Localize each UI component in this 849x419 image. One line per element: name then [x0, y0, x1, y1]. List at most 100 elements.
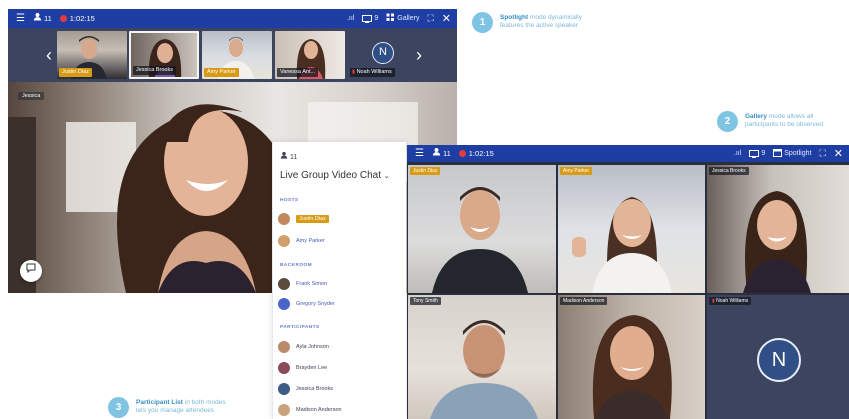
callout-3-line2: lets you manage attendees: [136, 407, 215, 414]
avatar: [278, 213, 290, 225]
participant-name: Madison Anderson: [296, 407, 342, 413]
fullscreen-icon[interactable]: ⛶: [819, 148, 825, 159]
spotlight-icon: [773, 148, 783, 159]
screens-count: 9: [761, 150, 766, 157]
grid-icon: [386, 13, 395, 24]
participant-row[interactable]: Justin Diaz: [278, 212, 329, 226]
spotlight-topbar: ☰ 11 1:02:15 .ııl 9 Gallery ⛶ ✕: [8, 9, 457, 28]
avatar: N: [757, 338, 801, 382]
chevron-down-icon: ⌄: [383, 173, 390, 180]
call-timer: 1:02:15: [468, 149, 494, 158]
chat-button[interactable]: [20, 260, 42, 282]
chat-title-dropdown[interactable]: Live Group Video Chat ⌄: [280, 170, 390, 181]
participant-row[interactable]: Frank Simon: [278, 277, 327, 291]
close-icon[interactable]: ✕: [442, 12, 451, 25]
participant-row[interactable]: Jessica Brooks: [278, 382, 333, 396]
callout-2-line2: participants to be observed: [745, 121, 824, 128]
callout-3-text: Participant List in both modes lets you …: [136, 399, 226, 415]
tile-name: Tony Smith: [410, 297, 441, 305]
participant-list-panel: 11 Live Group Video Chat ⌄ HOSTS Justin …: [272, 142, 406, 419]
gallery-tile[interactable]: Amy Parker: [558, 165, 705, 293]
participant-count: 11: [442, 149, 451, 158]
screens-count: 9: [374, 15, 379, 22]
gallery-topbar: ☰ 11 1:02:15 .ııl 9 Spotlight ⛶ ✕: [407, 145, 849, 162]
thumbnail-tile[interactable]: Vanessa Ant...: [275, 31, 345, 79]
spotlight-view-label: Spotlight: [784, 150, 812, 157]
callout-3-number: 3: [108, 397, 129, 418]
screens-icon[interactable]: 9: [749, 149, 766, 158]
participant-list-header: 11: [280, 151, 297, 161]
close-icon[interactable]: ✕: [834, 147, 843, 160]
participant-row[interactable]: Ayla Johnson: [278, 340, 329, 354]
participant-count: 11: [289, 154, 298, 161]
screens-icon[interactable]: 9: [362, 14, 379, 23]
mic-muted-icon: ▮: [712, 298, 715, 304]
tile-name: Amy Parker: [560, 167, 593, 175]
thumbnail-tile[interactable]: Amy Parker: [202, 31, 272, 79]
gallery-window: ☰ 11 1:02:15 .ııl 9 Spotlight ⛶ ✕ Justin: [407, 145, 849, 419]
participants-icon[interactable]: [432, 145, 441, 162]
participant-row[interactable]: Madison Anderson: [278, 403, 342, 417]
record-icon: [458, 150, 466, 157]
avatar: N: [372, 42, 394, 64]
avatar: [278, 278, 290, 290]
participant-name: Gregory Snyder: [296, 301, 335, 307]
chat-bubble-icon: [26, 263, 36, 276]
participant-video: [592, 315, 672, 419]
callout-3-bold: Participant List: [136, 399, 183, 406]
mic-muted-icon: ▮: [352, 69, 356, 75]
menu-icon[interactable]: ☰: [415, 145, 424, 162]
avatar: [278, 383, 290, 395]
thumbnail-tile[interactable]: Justin Diaz: [57, 31, 127, 79]
gallery-tile[interactable]: Madison Anderson: [558, 295, 705, 419]
thumbnail-name: Amy Parker: [204, 68, 239, 77]
callout-2-number: 2: [717, 111, 738, 132]
callout-2-text: Gallery mode allows all participants to …: [745, 113, 823, 129]
participants-icon[interactable]: [33, 9, 42, 28]
participant-row[interactable]: Amy Parker: [278, 234, 325, 248]
thumbnail-name: Justin Diaz: [59, 68, 92, 77]
filmstrip-next-arrow[interactable]: ›: [404, 28, 434, 82]
thumbnail-name-text: Noah Williams: [356, 69, 392, 75]
tile-name: Justin Diaz: [410, 167, 441, 175]
gallery-view-label: Gallery: [397, 15, 420, 22]
signal-icon: .ııl: [733, 150, 742, 157]
gallery-tile[interactable]: Tony Smith: [408, 295, 556, 419]
section-backroom: BACKROOM: [280, 263, 312, 268]
participant-name: Ayla Johnson: [296, 344, 329, 350]
gallery-tile[interactable]: Justin Diaz: [408, 165, 556, 293]
tile-name: ▮ Noah Williams: [709, 297, 752, 305]
callout-1-line2: features the active speaker: [500, 22, 579, 29]
record-icon: [59, 15, 67, 22]
participant-video: [430, 320, 538, 419]
participant-video: [432, 187, 528, 293]
callout-1-number: 1: [472, 12, 493, 33]
participant-video: [572, 197, 672, 293]
participant-row[interactable]: Gregory Snyder: [278, 297, 335, 311]
spotlight-view-button[interactable]: Spotlight: [773, 148, 812, 159]
avatar: [278, 404, 290, 416]
menu-icon[interactable]: ☰: [16, 9, 25, 28]
tile-name-text: Noah Williams: [716, 298, 749, 304]
participant-video: [743, 191, 811, 293]
fullscreen-icon[interactable]: ⛶: [427, 13, 433, 24]
participant-name: Frank Simon: [296, 281, 328, 287]
thumbnail-name: Vanessa Ant...: [277, 68, 319, 77]
callout-1-rest: mode dynamically: [528, 14, 582, 21]
gallery-tile[interactable]: Jessica Brooks: [707, 165, 849, 293]
chat-title: Live Group Video Chat: [280, 170, 381, 181]
tile-name: Jessica Brooks: [709, 167, 749, 175]
callout-1-text: Spotlight mode dynamically features the …: [500, 14, 582, 30]
participant-name: Justin Diaz: [296, 215, 329, 223]
speaker-name-label: Jessica: [18, 92, 45, 100]
participant-row[interactable]: Brayden Lee: [278, 361, 327, 375]
section-participants: PARTICIPANTS: [280, 325, 320, 330]
gallery-tile[interactable]: N ▮ Noah Williams: [707, 295, 849, 419]
call-timer: 1:02:15: [69, 14, 95, 23]
callout-2-rest: mode allows all: [767, 113, 814, 120]
thumbnail-tile-active[interactable]: Jessica Brooks: [129, 31, 199, 79]
thumbnail-name: Jessica Brooks: [133, 66, 176, 75]
gallery-view-button[interactable]: Gallery: [386, 13, 419, 24]
thumbnail-name: ▮ Noah Williams: [350, 68, 395, 77]
avatar: [278, 341, 290, 353]
